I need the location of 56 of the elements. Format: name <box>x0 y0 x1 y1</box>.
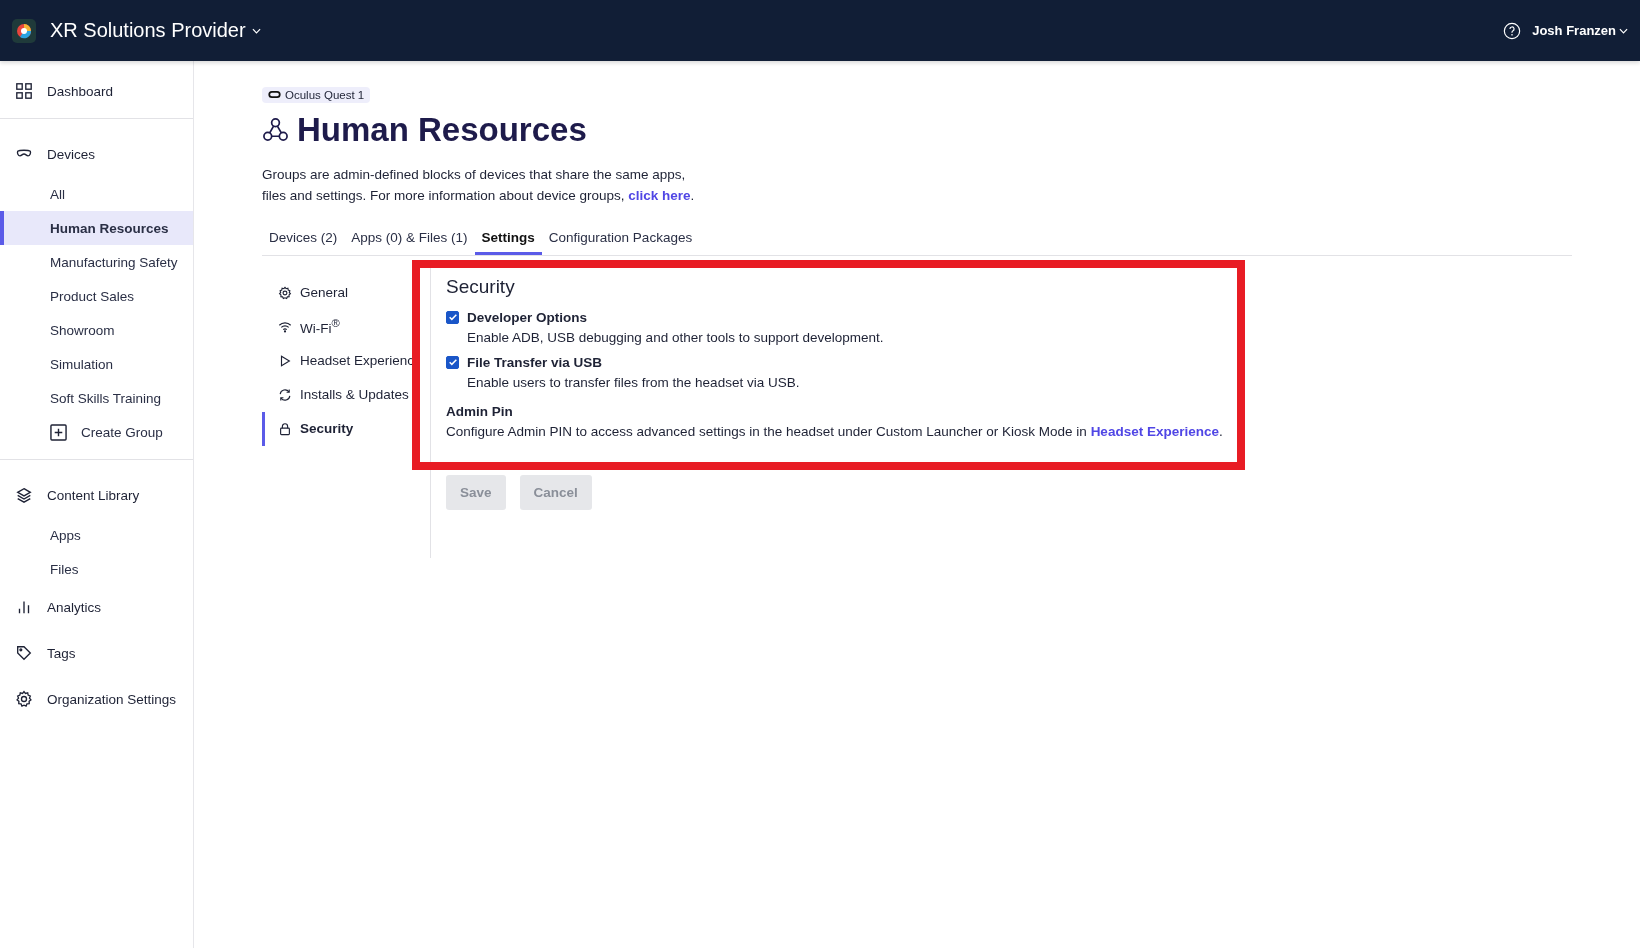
admin-pin-label: Admin Pin <box>446 403 514 419</box>
settings-nav-item[interactable]: Headset Experienc <box>262 343 430 378</box>
tab[interactable]: Settings <box>474 221 542 255</box>
option-label: Developer Options <box>467 309 588 325</box>
settings-icon <box>278 285 292 300</box>
tab[interactable]: Apps (0) & Files (1) <box>344 221 475 255</box>
settings-nav-item[interactable]: General <box>262 275 430 310</box>
tab[interactable]: Configuration Packages <box>541 221 700 255</box>
sidebar-subitem[interactable]: Files <box>0 552 193 586</box>
user-menu[interactable]: Josh Franzen <box>1532 23 1628 38</box>
sidebar-subitem[interactable]: All <box>0 177 193 211</box>
admin-pin-description: Configure Admin PIN to access advanced settings in the headset under Custom Launcher or Kiosk Mode in Headset Experience. <box>446 423 1223 439</box>
lock-icon <box>278 421 292 436</box>
sidebar-subitem[interactable]: Showroom <box>0 313 193 347</box>
organization-switcher[interactable]: XR Solutions Provider <box>50 19 261 42</box>
sidebar-subitem[interactable]: Simulation <box>0 347 193 381</box>
headset-icon <box>268 91 281 98</box>
checkbox[interactable] <box>446 310 459 324</box>
play-icon <box>278 353 292 368</box>
plus-icon <box>50 423 67 441</box>
chevron-down-icon <box>251 27 261 34</box>
logo-icon <box>12 18 36 43</box>
sidebar-item[interactable]: Analytics <box>0 590 193 624</box>
sidebar-subitem[interactable]: Human Resources <box>0 211 193 245</box>
group-icon <box>262 116 289 143</box>
sidebar-item[interactable]: Content Library <box>0 478 193 512</box>
option-description: Enable users to transfer files from the headset via USB. <box>467 374 801 390</box>
sidebar-subitem[interactable]: Create Group <box>0 415 193 449</box>
section-title: Security <box>446 275 516 298</box>
option-label: File Transfer via USB <box>467 354 603 370</box>
option-description: Enable ADB, USB debugging and other tools to support development. <box>467 329 885 345</box>
settings-nav-item[interactable]: Wi-Fi$^{®}$ <box>262 309 430 344</box>
page-title: Human Resources <box>297 110 587 149</box>
sidebar-subitem[interactable]: Manufacturing Safety <box>0 245 193 279</box>
settings-nav-item[interactable]: Security <box>262 411 430 446</box>
sidebar-subitem[interactable]: Soft Skills Training <box>0 381 193 415</box>
device-badge: Oculus Quest 1 <box>262 86 371 103</box>
help-icon[interactable] <box>1503 21 1522 40</box>
settings-nav-item[interactable]: Installs & Updates <box>262 377 430 412</box>
sync-icon <box>278 387 292 402</box>
checkbox[interactable] <box>446 355 459 369</box>
sidebar-item[interactable]: Devices <box>0 137 193 171</box>
group-description: Groups are admin-defined blocks of devices that share the same apps, files and settings. For more information about device groups, click here. <box>262 165 696 205</box>
tag-icon <box>15 644 33 662</box>
chevron-down-icon <box>1619 27 1628 34</box>
sidebar-subitem[interactable]: Apps <box>0 518 193 552</box>
sidebar-subitem[interactable]: Product Sales <box>0 279 193 313</box>
settings-icon <box>15 690 33 708</box>
wifi-icon <box>278 319 292 334</box>
sidebar-item[interactable]: Tags <box>0 636 193 670</box>
grid-icon <box>15 82 33 100</box>
layers-icon <box>15 486 33 504</box>
sidebar-item[interactable]: Organization Settings <box>0 682 193 716</box>
sidebar-item[interactable]: Dashboard <box>0 74 193 108</box>
headset-experience-link[interactable]: Headset Experience <box>1090 423 1219 439</box>
tab[interactable]: Devices (2) <box>262 221 345 255</box>
